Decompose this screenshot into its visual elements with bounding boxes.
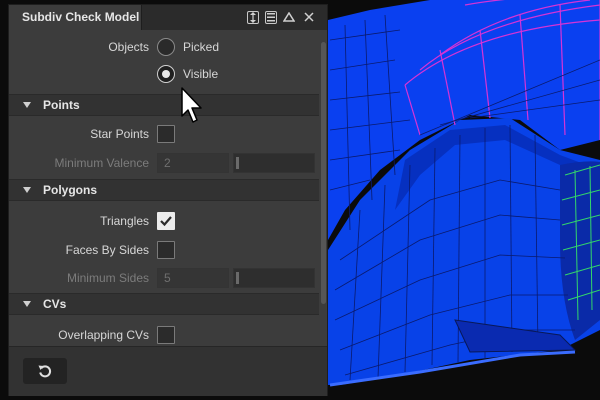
panel-title-tab[interactable]: Subdiv Check Model bbox=[9, 5, 142, 30]
radio-picked-label[interactable]: Picked bbox=[183, 34, 219, 60]
objects-row-picked: Objects Picked bbox=[9, 34, 319, 60]
faces-by-sides-row: Faces By Sides bbox=[9, 237, 319, 263]
section-points-title: Points bbox=[43, 98, 80, 112]
faces-by-sides-label: Faces By Sides bbox=[65, 243, 149, 257]
checkmark-icon bbox=[160, 216, 172, 227]
minimum-sides-row: Minimum Sides 5 bbox=[9, 265, 319, 291]
triangles-checkbox[interactable] bbox=[157, 212, 175, 230]
overlapping-cvs-label: Overlapping CVs bbox=[58, 328, 149, 342]
chevron-down-icon bbox=[23, 187, 31, 193]
triangle-icon[interactable] bbox=[281, 9, 297, 25]
minimum-valence-field[interactable]: 2 bbox=[157, 153, 229, 173]
slider-handle[interactable] bbox=[236, 157, 239, 169]
minimum-sides-field[interactable]: 5 bbox=[157, 268, 229, 288]
minimum-sides-slider[interactable] bbox=[233, 268, 315, 288]
mouse-cursor-icon bbox=[181, 87, 202, 123]
objects-label: Objects bbox=[108, 40, 149, 54]
panel-footer bbox=[9, 346, 327, 396]
section-points-header[interactable]: Points bbox=[9, 94, 319, 116]
triangles-row: Triangles bbox=[9, 208, 319, 234]
dock-arrows-icon[interactable] bbox=[247, 11, 259, 24]
section-cvs-title: CVs bbox=[43, 297, 67, 311]
slider-handle[interactable] bbox=[236, 272, 239, 284]
minimum-valence-slider[interactable] bbox=[233, 153, 315, 173]
scrollbar-thumb[interactable] bbox=[321, 42, 326, 304]
subdiv-check-model-panel: Subdiv Check Model Objects Picked Visibl… bbox=[8, 4, 328, 396]
star-points-row: Star Points bbox=[9, 121, 319, 147]
reset-icon bbox=[38, 365, 52, 378]
radio-visible-label[interactable]: Visible bbox=[183, 61, 218, 87]
objects-row-visible: Visible bbox=[9, 61, 319, 87]
minimum-valence-label: Minimum Valence bbox=[54, 156, 149, 170]
minimum-valence-row: Minimum Valence 2 bbox=[9, 150, 319, 176]
overlapping-cvs-row: Overlapping CVs bbox=[9, 322, 319, 346]
panel-scrollbar[interactable] bbox=[319, 30, 327, 346]
radio-visible[interactable] bbox=[157, 65, 175, 83]
panel-content: Objects Picked Visible Points Star Point… bbox=[9, 30, 327, 346]
chevron-down-icon bbox=[23, 301, 31, 307]
section-polygons-header[interactable]: Polygons bbox=[9, 179, 319, 201]
star-points-label: Star Points bbox=[90, 127, 149, 141]
star-points-checkbox[interactable] bbox=[157, 125, 175, 143]
reset-button[interactable] bbox=[23, 358, 67, 384]
radio-picked[interactable] bbox=[157, 38, 175, 56]
triangles-label: Triangles bbox=[100, 214, 149, 228]
chevron-down-icon bbox=[23, 102, 31, 108]
title-bar: Subdiv Check Model bbox=[9, 5, 327, 30]
faces-by-sides-checkbox[interactable] bbox=[157, 241, 175, 259]
panel-title: Subdiv Check Model bbox=[22, 10, 140, 24]
menu-icon[interactable] bbox=[265, 11, 277, 24]
overlapping-cvs-checkbox[interactable] bbox=[157, 326, 175, 344]
minimum-sides-label: Minimum Sides bbox=[66, 271, 149, 285]
section-polygons-title: Polygons bbox=[43, 183, 98, 197]
section-cvs-header[interactable]: CVs bbox=[9, 293, 319, 315]
close-icon[interactable] bbox=[301, 9, 317, 25]
